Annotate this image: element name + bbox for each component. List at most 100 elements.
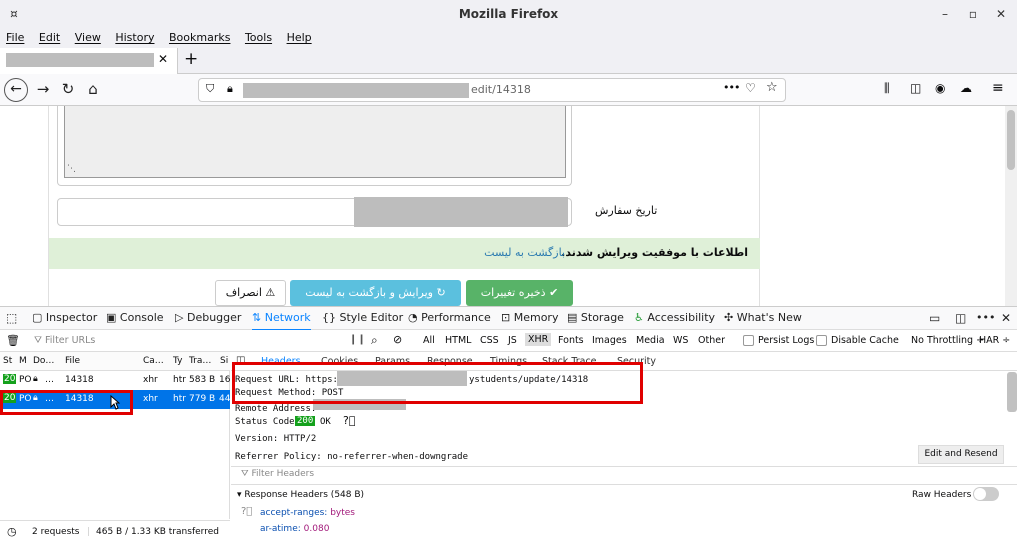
resize-handle-icon[interactable]: ⋱ (67, 164, 76, 174)
tab-whats-new-label: What's New (736, 311, 802, 324)
filter-fonts[interactable]: Fonts (558, 335, 584, 346)
minimize-icon[interactable]: – (935, 0, 955, 28)
pocket-icon[interactable]: ♡ (745, 81, 756, 95)
home-icon[interactable]: ⌂ (82, 74, 104, 104)
responsive-mode-icon[interactable]: ▭ (929, 307, 940, 329)
dock-icon[interactable]: ◫ (955, 307, 966, 329)
forward-icon[interactable]: → (32, 74, 54, 104)
cancel-button[interactable]: ⚠ انصراف (215, 280, 286, 306)
filter-html[interactable]: HTML (445, 335, 471, 346)
sidebar-icon[interactable]: ◫ (910, 81, 921, 95)
browser-tab[interactable]: ✕ (0, 48, 178, 74)
response-headers-toggle[interactable]: ▾ Response Headers (548 B) (237, 490, 364, 500)
hamburger-menu-icon[interactable]: ≡ (992, 80, 1004, 96)
tab-memory[interactable]: ⊡ Memory (501, 307, 558, 329)
filter-css[interactable]: CSS (480, 335, 499, 346)
throttling-select[interactable]: No Throttling ÷ (911, 335, 984, 346)
filter-media[interactable]: Media (636, 335, 665, 346)
col-type[interactable]: Ty (173, 356, 182, 366)
menu-help[interactable]: Help (287, 28, 312, 48)
filter-all[interactable]: All (423, 335, 435, 346)
page-scrollbar-thumb[interactable] (1007, 110, 1015, 170)
maximize-icon[interactable]: ▫ (963, 0, 983, 28)
order-date-input[interactable] (57, 197, 572, 227)
col-status[interactable]: St (3, 356, 12, 366)
filter-other[interactable]: Other (698, 335, 725, 346)
disable-cache-checkbox[interactable] (816, 335, 827, 346)
filter-images[interactable]: Images (592, 335, 627, 346)
har-menu[interactable]: HAR ÷ (979, 335, 1010, 346)
summary-requests: 2 requests (32, 527, 80, 537)
url-bar[interactable]: ⛉ 🔒︎ edit/14318 ••• ♡ ☆ (198, 78, 786, 102)
col-size[interactable]: Si (220, 356, 228, 366)
tab-network[interactable]: ⇅ Network (252, 307, 311, 331)
devtools-menu-icon[interactable]: ••• (976, 307, 995, 329)
menu-edit[interactable]: Edit (39, 28, 60, 48)
summary-bar: ◷ 2 requests | 465 B / 1.33 KB transferr… (0, 520, 230, 542)
request-type: htr (173, 394, 186, 404)
save-button[interactable]: ✔ ذخیره تغییرات (466, 280, 573, 306)
menu-history[interactable]: History (115, 28, 154, 48)
devtools-toolbar: ⬚ ▢ Inspector ▣ Console ▷ Debugger ⇅ Net… (0, 307, 1017, 331)
header-info-icon[interactable]: ?⃝ (241, 506, 252, 517)
tab-accessibility[interactable]: ♿︎ Accessibility (634, 307, 715, 329)
edit-resend-button[interactable]: Edit and Resend (918, 445, 1004, 464)
description-textarea[interactable]: ⋱ (64, 106, 566, 178)
extension-icon[interactable]: ☁ (960, 81, 972, 95)
table-row[interactable]: 20 PO 🔒︎ … 14318 xhr htr 583 B 16 (0, 371, 230, 390)
tab-performance[interactable]: ◔ Performance (408, 307, 491, 329)
col-transferred[interactable]: Tra… (189, 356, 211, 366)
col-method[interactable]: M (19, 356, 27, 366)
bookmark-star-icon[interactable]: ☆ (766, 80, 778, 95)
reload-icon[interactable]: ↻ (57, 74, 79, 104)
menu-bookmarks[interactable]: Bookmarks (169, 28, 230, 48)
filter-urls-input[interactable]: ⛛ Filter URLs (34, 335, 95, 346)
back-icon[interactable]: ← (4, 78, 28, 102)
filter-xhr[interactable]: XHR (525, 333, 552, 346)
tab-whats-new[interactable]: ✣ What's New (724, 307, 802, 329)
summary-divider: | (87, 527, 91, 537)
filter-headers-placeholder: Filter Headers (251, 469, 315, 479)
page-scrollbar[interactable] (1005, 106, 1017, 306)
tab-inspector[interactable]: ▢ Inspector (32, 307, 97, 329)
menu-tools[interactable]: Tools (245, 28, 272, 48)
tab-debugger[interactable]: ▷ Debugger (175, 307, 241, 329)
menu-file[interactable]: File (6, 28, 24, 48)
search-icon[interactable]: ⌕ (371, 333, 378, 348)
col-file[interactable]: File (65, 356, 80, 366)
tab-storage[interactable]: ▤ Storage (567, 307, 624, 329)
devtools-close-icon[interactable]: ✕ (1001, 307, 1011, 329)
filter-js[interactable]: JS (508, 335, 517, 346)
pause-icon[interactable]: ❙❙ (349, 334, 366, 345)
raw-headers-toggle[interactable] (973, 487, 999, 501)
filter-headers-input[interactable]: ⛛ Filter Headers (241, 469, 314, 479)
header-row: ar-atime: 0.080 (260, 524, 330, 534)
chevron-down-icon: ▾ (237, 490, 242, 500)
edit-back-button[interactable]: ↻ ویرایش و بازگشت به لیست (290, 280, 461, 306)
menu-view[interactable]: View (75, 28, 101, 48)
help-icon[interactable]: ?⃝ (343, 414, 355, 427)
element-picker-icon[interactable]: ⬚ (6, 307, 17, 329)
close-icon[interactable]: ✕ (991, 0, 1011, 28)
tab-style-editor[interactable]: {} Style Editor (322, 307, 403, 329)
clock-icon[interactable]: ◷ (7, 525, 17, 538)
tab-close-icon[interactable]: ✕ (158, 52, 168, 66)
request-file: 14318 (65, 375, 94, 385)
filter-ws[interactable]: WS (673, 335, 688, 346)
details-scrollbar[interactable] (1007, 372, 1017, 412)
back-to-list-link[interactable]: بازگشت به لیست (484, 246, 565, 259)
persist-logs-checkbox[interactable] (743, 335, 754, 346)
debugger-icon: ▷ (175, 311, 184, 324)
trash-icon[interactable]: 🗑︎ (6, 334, 20, 347)
new-tab-icon[interactable]: + (184, 49, 198, 69)
col-domain[interactable]: Do… (33, 356, 54, 366)
tab-console[interactable]: ▣ Console (106, 307, 164, 329)
col-cause[interactable]: Ca… (143, 356, 164, 366)
block-icon[interactable]: ⊘ (393, 333, 402, 346)
tab-memory-label: Memory (513, 311, 559, 324)
account-icon[interactable]: ◉ (935, 81, 945, 95)
form-panel: ⋱ تاریخ سفارش اطلاعات با موفقیت ویرایش ش… (48, 106, 760, 306)
page-actions-icon[interactable]: ••• (723, 81, 740, 94)
library-icon[interactable]: ⫼ (884, 81, 890, 96)
requests-header: St M Do… File Ca… Ty Tra… Si (0, 352, 230, 371)
